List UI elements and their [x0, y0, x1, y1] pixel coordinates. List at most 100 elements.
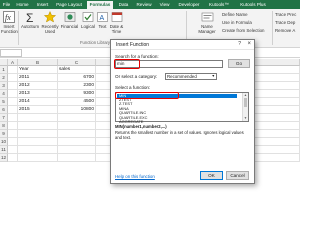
svg-text:A: A — [100, 15, 105, 22]
recently-used-button[interactable]: Recently Used — [41, 11, 59, 34]
scroll-up-icon[interactable]: ▲ — [243, 93, 248, 97]
help-on-function-link[interactable]: Help on this function — [115, 174, 155, 179]
scroll-thumb[interactable] — [244, 98, 247, 107]
tab-review[interactable]: Review — [134, 1, 154, 9]
row-header[interactable]: 5 — [0, 98, 8, 106]
tab-view[interactable]: View — [157, 1, 172, 9]
cell[interactable]: 2014 — [18, 98, 58, 106]
cell[interactable] — [8, 154, 18, 162]
dialog-title-bar[interactable]: Insert Function ? × — [111, 40, 254, 50]
date-time-button[interactable]: Date & Time — [109, 11, 124, 34]
cell[interactable] — [8, 74, 18, 82]
insert-function-button[interactable]: fx Insert Function — [1, 11, 18, 34]
cell[interactable] — [18, 146, 58, 154]
tab-formulas[interactable]: Formulas — [87, 1, 113, 9]
name-manager-icon — [201, 12, 213, 22]
cell[interactable]: 2011 — [18, 74, 58, 82]
cell[interactable]: sales — [58, 66, 96, 74]
cell[interactable]: 4500 — [58, 98, 96, 106]
row-header[interactable]: 2 — [0, 74, 8, 82]
tab-kutools[interactable]: Kutools™ — [206, 1, 232, 9]
cell[interactable]: 10800 — [58, 106, 96, 114]
go-button[interactable]: Go — [228, 59, 250, 68]
ribbon-separator — [272, 11, 273, 45]
svg-text:fx: fx — [5, 13, 11, 22]
cell[interactable] — [8, 90, 18, 98]
cell[interactable] — [18, 130, 58, 138]
name-box[interactable] — [0, 49, 22, 57]
cell[interactable]: 9300 — [58, 90, 96, 98]
tab-page-layout[interactable]: Page Layout — [54, 1, 84, 9]
select-all-corner[interactable] — [0, 59, 8, 66]
tab-kutools-plus[interactable]: Kutools Plus — [235, 1, 271, 9]
ok-button[interactable]: OK — [200, 171, 223, 180]
insert-function-dialog: Insert Function ? × Search for a functio… — [110, 39, 255, 184]
cell[interactable] — [8, 138, 18, 146]
cell[interactable]: 2300 — [58, 82, 96, 90]
cell[interactable]: Year — [18, 66, 58, 74]
logical-button[interactable]: Logical — [80, 11, 96, 29]
cell[interactable] — [18, 154, 58, 162]
cell[interactable] — [8, 114, 18, 122]
cell[interactable] — [8, 66, 18, 74]
column-header[interactable]: B — [18, 59, 58, 66]
cell[interactable] — [8, 146, 18, 154]
cell[interactable] — [58, 146, 96, 154]
row-header[interactable]: 10 — [0, 138, 8, 146]
row-header[interactable]: 11 — [0, 146, 8, 154]
column-header[interactable]: A — [8, 59, 18, 66]
help-button[interactable]: ? — [238, 41, 241, 47]
trace-precedents-button[interactable]: Trace Prec — [275, 12, 296, 17]
tab-data[interactable]: Data — [116, 1, 131, 9]
autosum-icon: Σ — [26, 11, 33, 23]
ribbon-tab-bar: File Home Insert Page Layout Formulas Da… — [0, 0, 300, 9]
trace-dependents-button[interactable]: Trace Dep — [275, 20, 295, 25]
name-manager-button[interactable]: Name Manager — [196, 11, 218, 34]
cell[interactable]: 2012 — [18, 82, 58, 90]
row-header[interactable]: 1 — [0, 66, 8, 74]
row-header[interactable]: 8 — [0, 122, 8, 130]
text-icon: A — [97, 12, 108, 22]
cell[interactable] — [18, 114, 58, 122]
create-from-selection-button[interactable]: Create from Selection — [222, 28, 264, 33]
cell[interactable] — [8, 82, 18, 90]
cell[interactable] — [58, 122, 96, 130]
close-button[interactable]: × — [247, 41, 251, 48]
cell[interactable] — [58, 154, 96, 162]
cell[interactable] — [58, 138, 96, 146]
row-header[interactable]: 4 — [0, 90, 8, 98]
column-header[interactable]: C — [58, 59, 96, 66]
row-header[interactable]: 9 — [0, 130, 8, 138]
row-header[interactable]: 6 — [0, 106, 8, 114]
cell[interactable] — [8, 122, 18, 130]
tab-file[interactable]: File — [2, 1, 11, 9]
cell[interactable] — [58, 130, 96, 138]
text-button[interactable]: A Text — [97, 11, 108, 29]
define-name-button[interactable]: Define Name — [222, 12, 248, 17]
autosum-button[interactable]: Σ AutoSum — [20, 11, 40, 29]
cell[interactable] — [8, 106, 18, 114]
dialog-title: Insert Function — [116, 42, 150, 48]
cell[interactable] — [18, 122, 58, 130]
row-header[interactable]: 3 — [0, 82, 8, 90]
row-header[interactable]: 7 — [0, 114, 8, 122]
tab-developer[interactable]: Developer — [175, 1, 203, 9]
scroll-down-icon[interactable]: ▼ — [243, 116, 248, 120]
financial-button[interactable]: Financial — [60, 11, 79, 29]
row-header[interactable]: 12 — [0, 154, 8, 162]
category-label: Or select a category: — [115, 74, 158, 79]
cell[interactable] — [8, 98, 18, 106]
cell[interactable]: 6700 — [58, 74, 96, 82]
cell[interactable] — [8, 130, 18, 138]
cell[interactable]: 2015 — [18, 106, 58, 114]
cancel-button[interactable]: Cancel — [226, 171, 249, 180]
function-list-scrollbar[interactable]: ▲ ▼ — [242, 93, 248, 121]
tab-insert[interactable]: Insert — [34, 1, 51, 9]
use-in-formula-button[interactable]: Use in Formula — [222, 20, 252, 25]
tab-home[interactable]: Home — [14, 1, 31, 9]
cell[interactable] — [18, 138, 58, 146]
category-select[interactable]: Recommended ▼ — [165, 73, 217, 80]
cell[interactable] — [58, 114, 96, 122]
remove-arrows-button[interactable]: Remove A — [275, 28, 295, 33]
cell[interactable]: 2013 — [18, 90, 58, 98]
